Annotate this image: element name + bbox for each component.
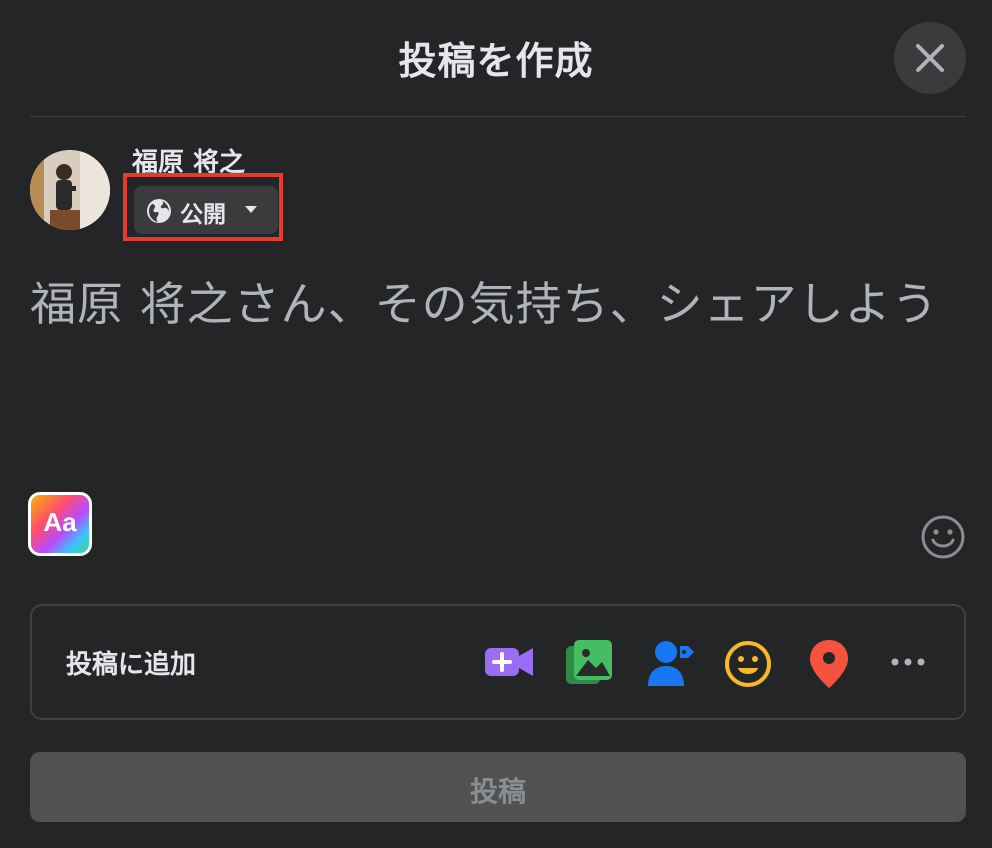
add-to-post-panel: 投稿に追加 xyxy=(30,604,966,720)
close-button[interactable] xyxy=(894,22,966,94)
dialog-header: 投稿を作成 xyxy=(0,0,992,117)
annotation-highlight-box xyxy=(123,173,283,241)
dialog-title: 投稿を作成 xyxy=(398,39,594,83)
emoji-icon[interactable] xyxy=(920,514,966,560)
header-divider xyxy=(30,116,966,117)
add-to-post-label: 投稿に追加 xyxy=(66,650,197,680)
close-icon xyxy=(916,44,944,72)
photo-video-icon[interactable] xyxy=(564,638,614,686)
avatar-photo xyxy=(30,150,110,230)
tag-people-icon[interactable] xyxy=(646,638,696,688)
more-icon[interactable] xyxy=(890,656,926,668)
post-composer-input[interactable]: 福原 将之さん、その気持ち、シェアしよう xyxy=(30,268,939,334)
post-button[interactable]: 投稿 xyxy=(30,752,966,822)
post-button-label: 投稿 xyxy=(469,775,526,808)
live-video-icon[interactable] xyxy=(484,642,534,682)
check-in-icon[interactable] xyxy=(808,638,850,690)
avatar[interactable] xyxy=(30,150,110,230)
text-style-icon: Aa xyxy=(43,507,77,537)
text-background-button[interactable]: Aa xyxy=(28,492,92,556)
feeling-activity-icon[interactable] xyxy=(724,640,772,688)
